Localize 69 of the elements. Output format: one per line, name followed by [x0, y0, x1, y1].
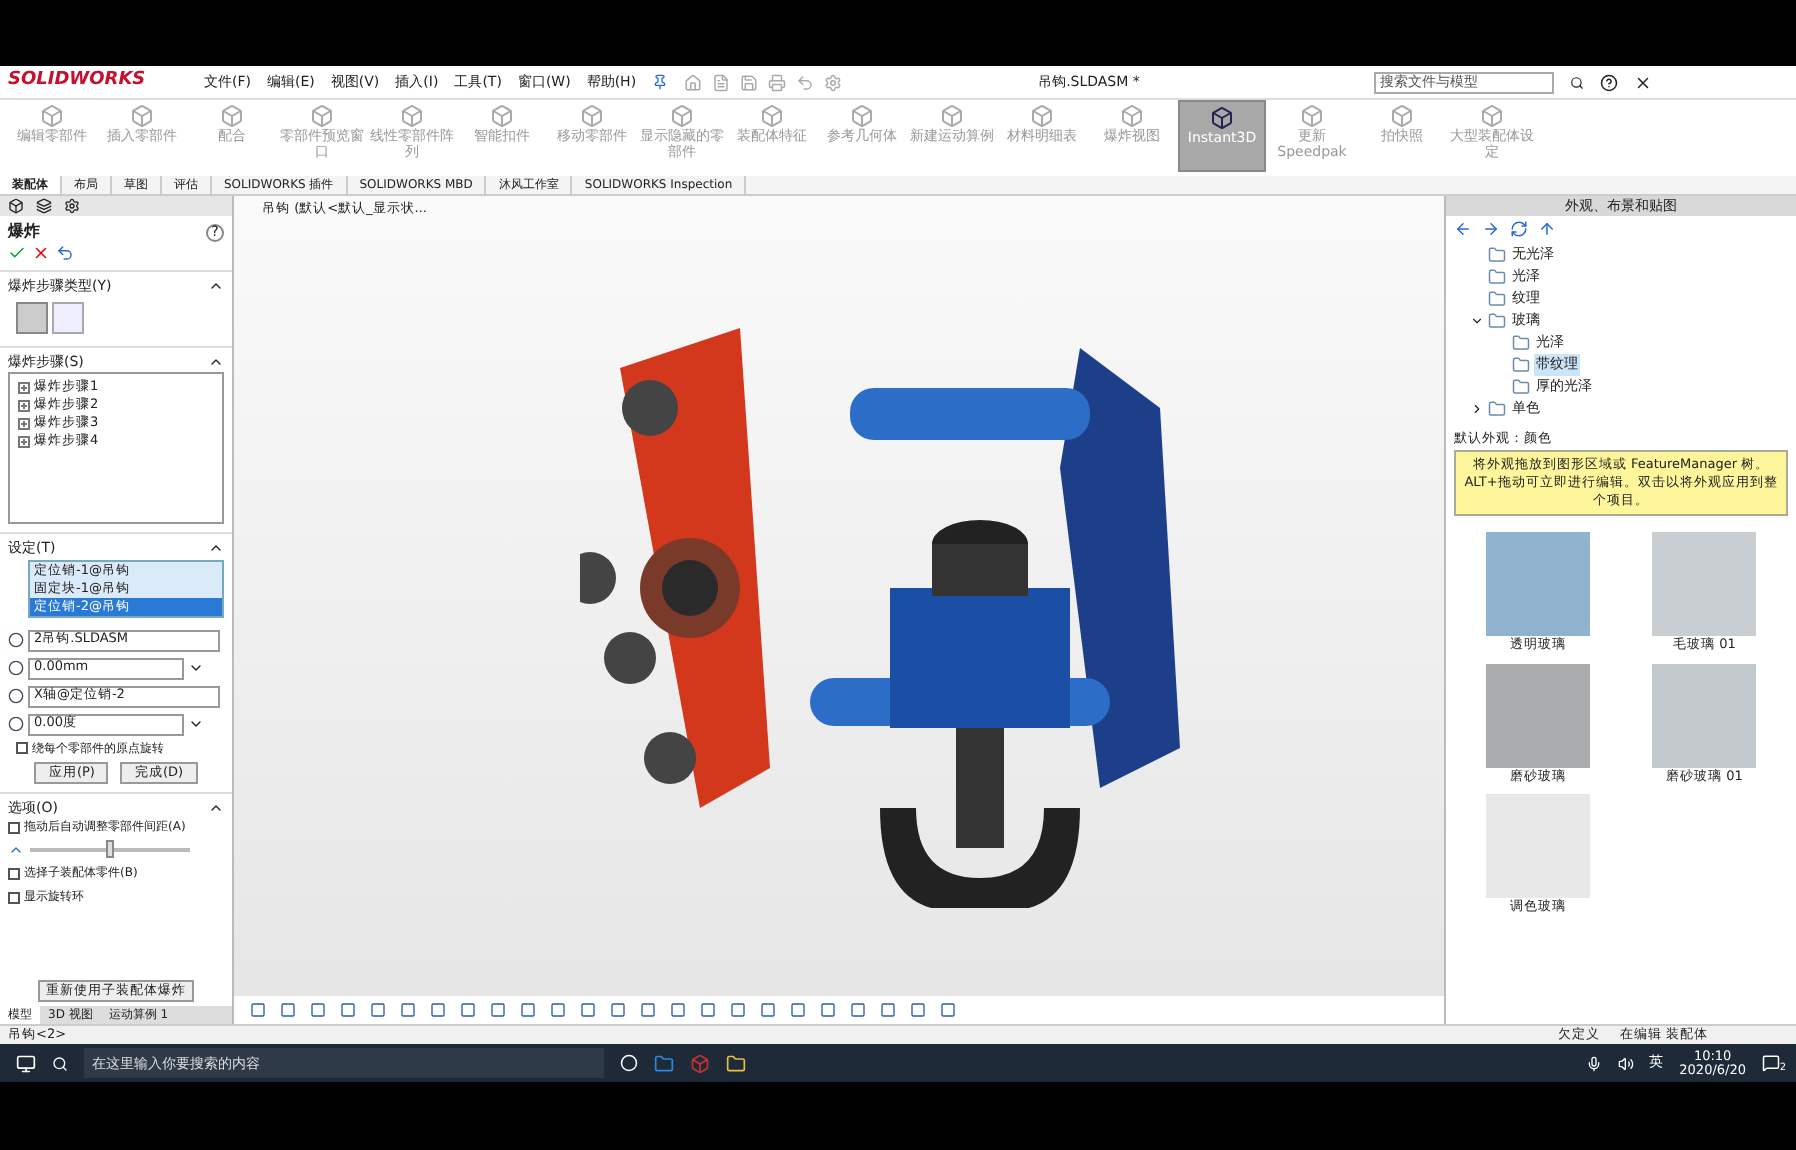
task-view-icon[interactable] — [620, 1054, 638, 1072]
save-icon[interactable] — [740, 73, 759, 91]
tool-icon — [850, 104, 874, 128]
start-icon[interactable] — [16, 1053, 36, 1073]
ok-icon[interactable] — [8, 244, 26, 262]
checkbox[interactable] — [8, 867, 20, 879]
tool-icon — [580, 104, 604, 128]
tool-icon — [310, 104, 334, 128]
tool-icon — [1300, 104, 1324, 128]
up-icon[interactable] — [1538, 220, 1556, 238]
material-swatch[interactable] — [1652, 663, 1757, 767]
config-tab-icon[interactable] — [64, 198, 80, 214]
material-swatch[interactable] — [1485, 663, 1590, 767]
new-icon[interactable] — [712, 73, 731, 91]
app-icon[interactable] — [690, 1053, 710, 1073]
tool-icon — [940, 104, 964, 128]
folder-icon — [1488, 246, 1506, 264]
tool-icon — [760, 104, 784, 128]
folder-icon — [1488, 290, 1506, 308]
folder-icon — [1488, 312, 1506, 330]
slider-thumb[interactable] — [106, 840, 115, 858]
app-logo: SOLIDWORKS — [8, 68, 148, 95]
tool-icon — [670, 104, 694, 128]
folder-icon — [1512, 356, 1530, 374]
folder-icon — [1488, 268, 1506, 286]
folder-icon — [1512, 378, 1530, 396]
tool-icon — [1120, 104, 1144, 128]
spin-icon[interactable] — [188, 716, 204, 732]
folder-icon — [1512, 334, 1530, 352]
panel-title: 爆炸 — [8, 220, 40, 244]
search-icon — [52, 1055, 68, 1071]
tool-icon — [130, 104, 154, 128]
tool-icon — [40, 104, 64, 128]
checkbox[interactable] — [16, 742, 28, 754]
feature-tab-icon[interactable] — [8, 198, 24, 214]
tool-icon — [1390, 104, 1414, 128]
forward-icon[interactable] — [1482, 220, 1500, 238]
undo-icon[interactable] — [56, 244, 74, 262]
volume-icon[interactable] — [1617, 1055, 1634, 1071]
pin-icon[interactable] — [652, 74, 669, 90]
checkbox[interactable] — [8, 821, 20, 833]
settings-icon[interactable] — [824, 73, 843, 91]
mic-icon[interactable] — [1585, 1055, 1602, 1071]
app-icon[interactable] — [654, 1053, 674, 1073]
cancel-icon[interactable] — [32, 244, 50, 262]
tool-icon — [1030, 104, 1054, 128]
tool-icon — [1210, 106, 1234, 130]
spin-icon[interactable] — [188, 660, 204, 676]
material-swatch[interactable] — [1485, 531, 1590, 636]
tool-icon — [400, 104, 424, 128]
home-icon[interactable] — [684, 73, 703, 91]
search-icon[interactable] — [1570, 75, 1585, 89]
tool-icon — [490, 104, 514, 128]
print-icon[interactable] — [768, 73, 787, 91]
folder-icon[interactable] — [726, 1053, 746, 1073]
undo-icon[interactable] — [796, 73, 815, 91]
checkbox[interactable] — [8, 891, 20, 903]
tool-icon — [220, 104, 244, 128]
property-tab-icon[interactable] — [36, 198, 52, 214]
notification-icon[interactable] — [1762, 1054, 1780, 1072]
expand-icon[interactable] — [1470, 402, 1484, 416]
close-icon[interactable] — [1634, 73, 1653, 91]
expand-icon[interactable] — [1470, 314, 1484, 328]
folder-icon — [1488, 400, 1506, 418]
material-swatch[interactable] — [1652, 531, 1757, 636]
help-icon[interactable] — [1600, 73, 1619, 91]
tool-icon — [1480, 104, 1504, 128]
back-icon[interactable] — [1454, 220, 1472, 238]
refresh-icon[interactable] — [1510, 220, 1528, 238]
